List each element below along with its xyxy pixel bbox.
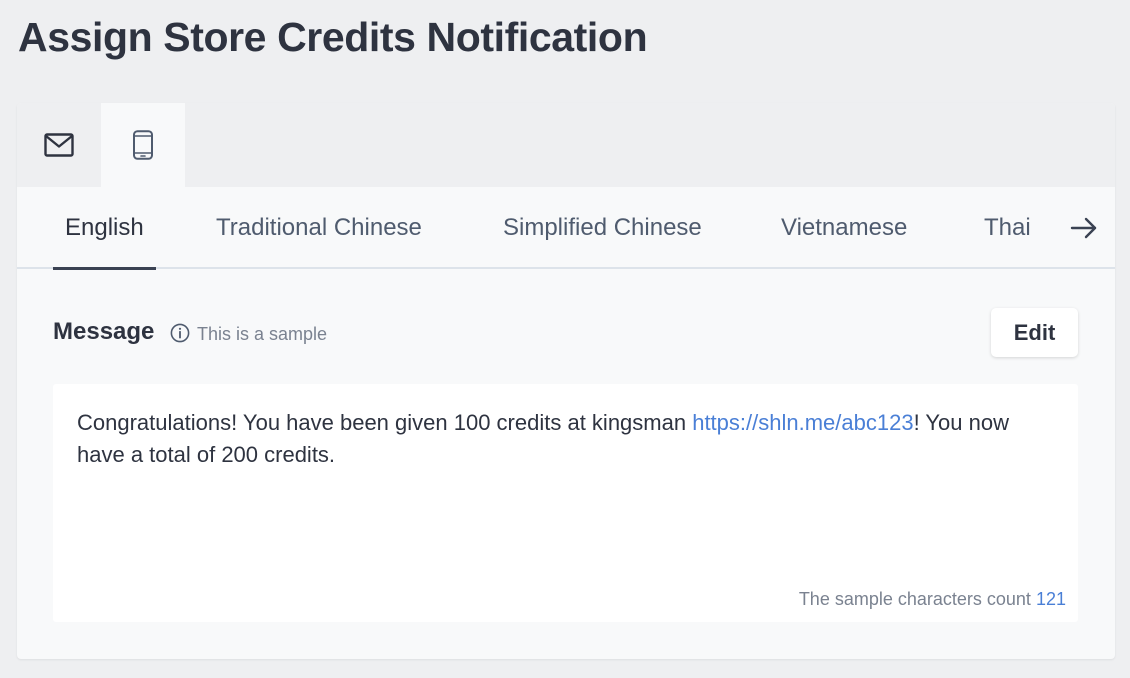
mobile-phone-icon — [132, 130, 154, 160]
character-count-label: The sample characters count — [798, 589, 1031, 609]
message-text-start: Congratulations! You have been given 100… — [77, 410, 693, 435]
language-tabs: English Traditional Chinese Simplified C… — [17, 187, 1115, 270]
tab-vietnamese[interactable]: Vietnamese — [781, 187, 907, 269]
page-title: Assign Store Credits Notification — [18, 14, 648, 60]
edit-button[interactable]: Edit — [991, 308, 1078, 357]
message-preview: Congratulations! You have been given 100… — [53, 384, 1078, 622]
character-count: The sample characters count 121 — [799, 589, 1066, 610]
tab-english[interactable]: English — [65, 187, 144, 269]
message-link[interactable]: https://shln.me/abc123 — [692, 410, 913, 435]
channel-tabs — [17, 103, 1115, 187]
sample-note: This is a sample — [197, 324, 328, 344]
envelope-icon — [44, 133, 74, 157]
notification-card: English Traditional Chinese Simplified C… — [17, 103, 1115, 659]
tab-traditional-chinese[interactable]: Traditional Chinese — [216, 187, 422, 269]
character-count-value: 121 — [1035, 589, 1066, 609]
message-label: Message — [53, 318, 155, 345]
info-icon — [170, 323, 190, 343]
tab-sms-channel[interactable] — [101, 103, 185, 187]
arrow-right-icon[interactable] — [1069, 214, 1099, 242]
tab-simplified-chinese[interactable]: Simplified Chinese — [503, 187, 702, 269]
tab-email-channel[interactable] — [17, 103, 101, 187]
active-tab-indicator — [53, 267, 156, 270]
message-text: Congratulations! You have been given 100… — [77, 407, 1062, 471]
tab-thai[interactable]: Thai — [984, 187, 1031, 269]
